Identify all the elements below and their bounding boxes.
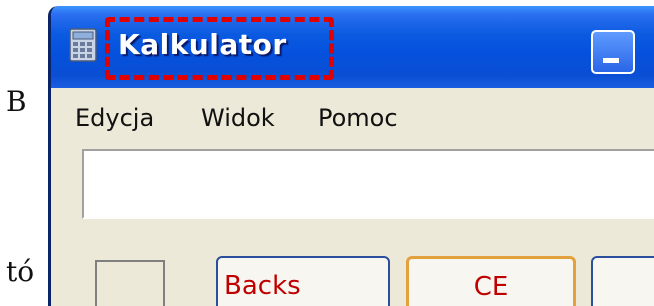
clear-entry-button[interactable]: CE [406, 256, 576, 306]
menu-item-widok[interactable]: Widok [201, 104, 275, 132]
menu-bar: Edycja Widok Pomoc [51, 88, 654, 138]
calculator-window: Kalkulator Edycja Widok Pomoc Backs CE [48, 6, 654, 306]
clear-button[interactable] [591, 256, 654, 306]
backspace-button[interactable]: Backs [216, 256, 390, 306]
menu-item-pomoc[interactable]: Pomoc [318, 104, 398, 132]
memory-indicator [95, 260, 165, 306]
background-document-text: tó [6, 255, 35, 288]
minimize-icon [603, 58, 619, 63]
title-highlight-annotation [105, 17, 334, 80]
calculator-icon [69, 28, 97, 62]
minimize-button[interactable] [591, 30, 635, 74]
calculator-display [82, 149, 654, 219]
menu-item-edycja[interactable]: Edycja [75, 104, 154, 132]
title-bar[interactable]: Kalkulator [51, 6, 654, 88]
background-document-text: B [6, 85, 27, 118]
